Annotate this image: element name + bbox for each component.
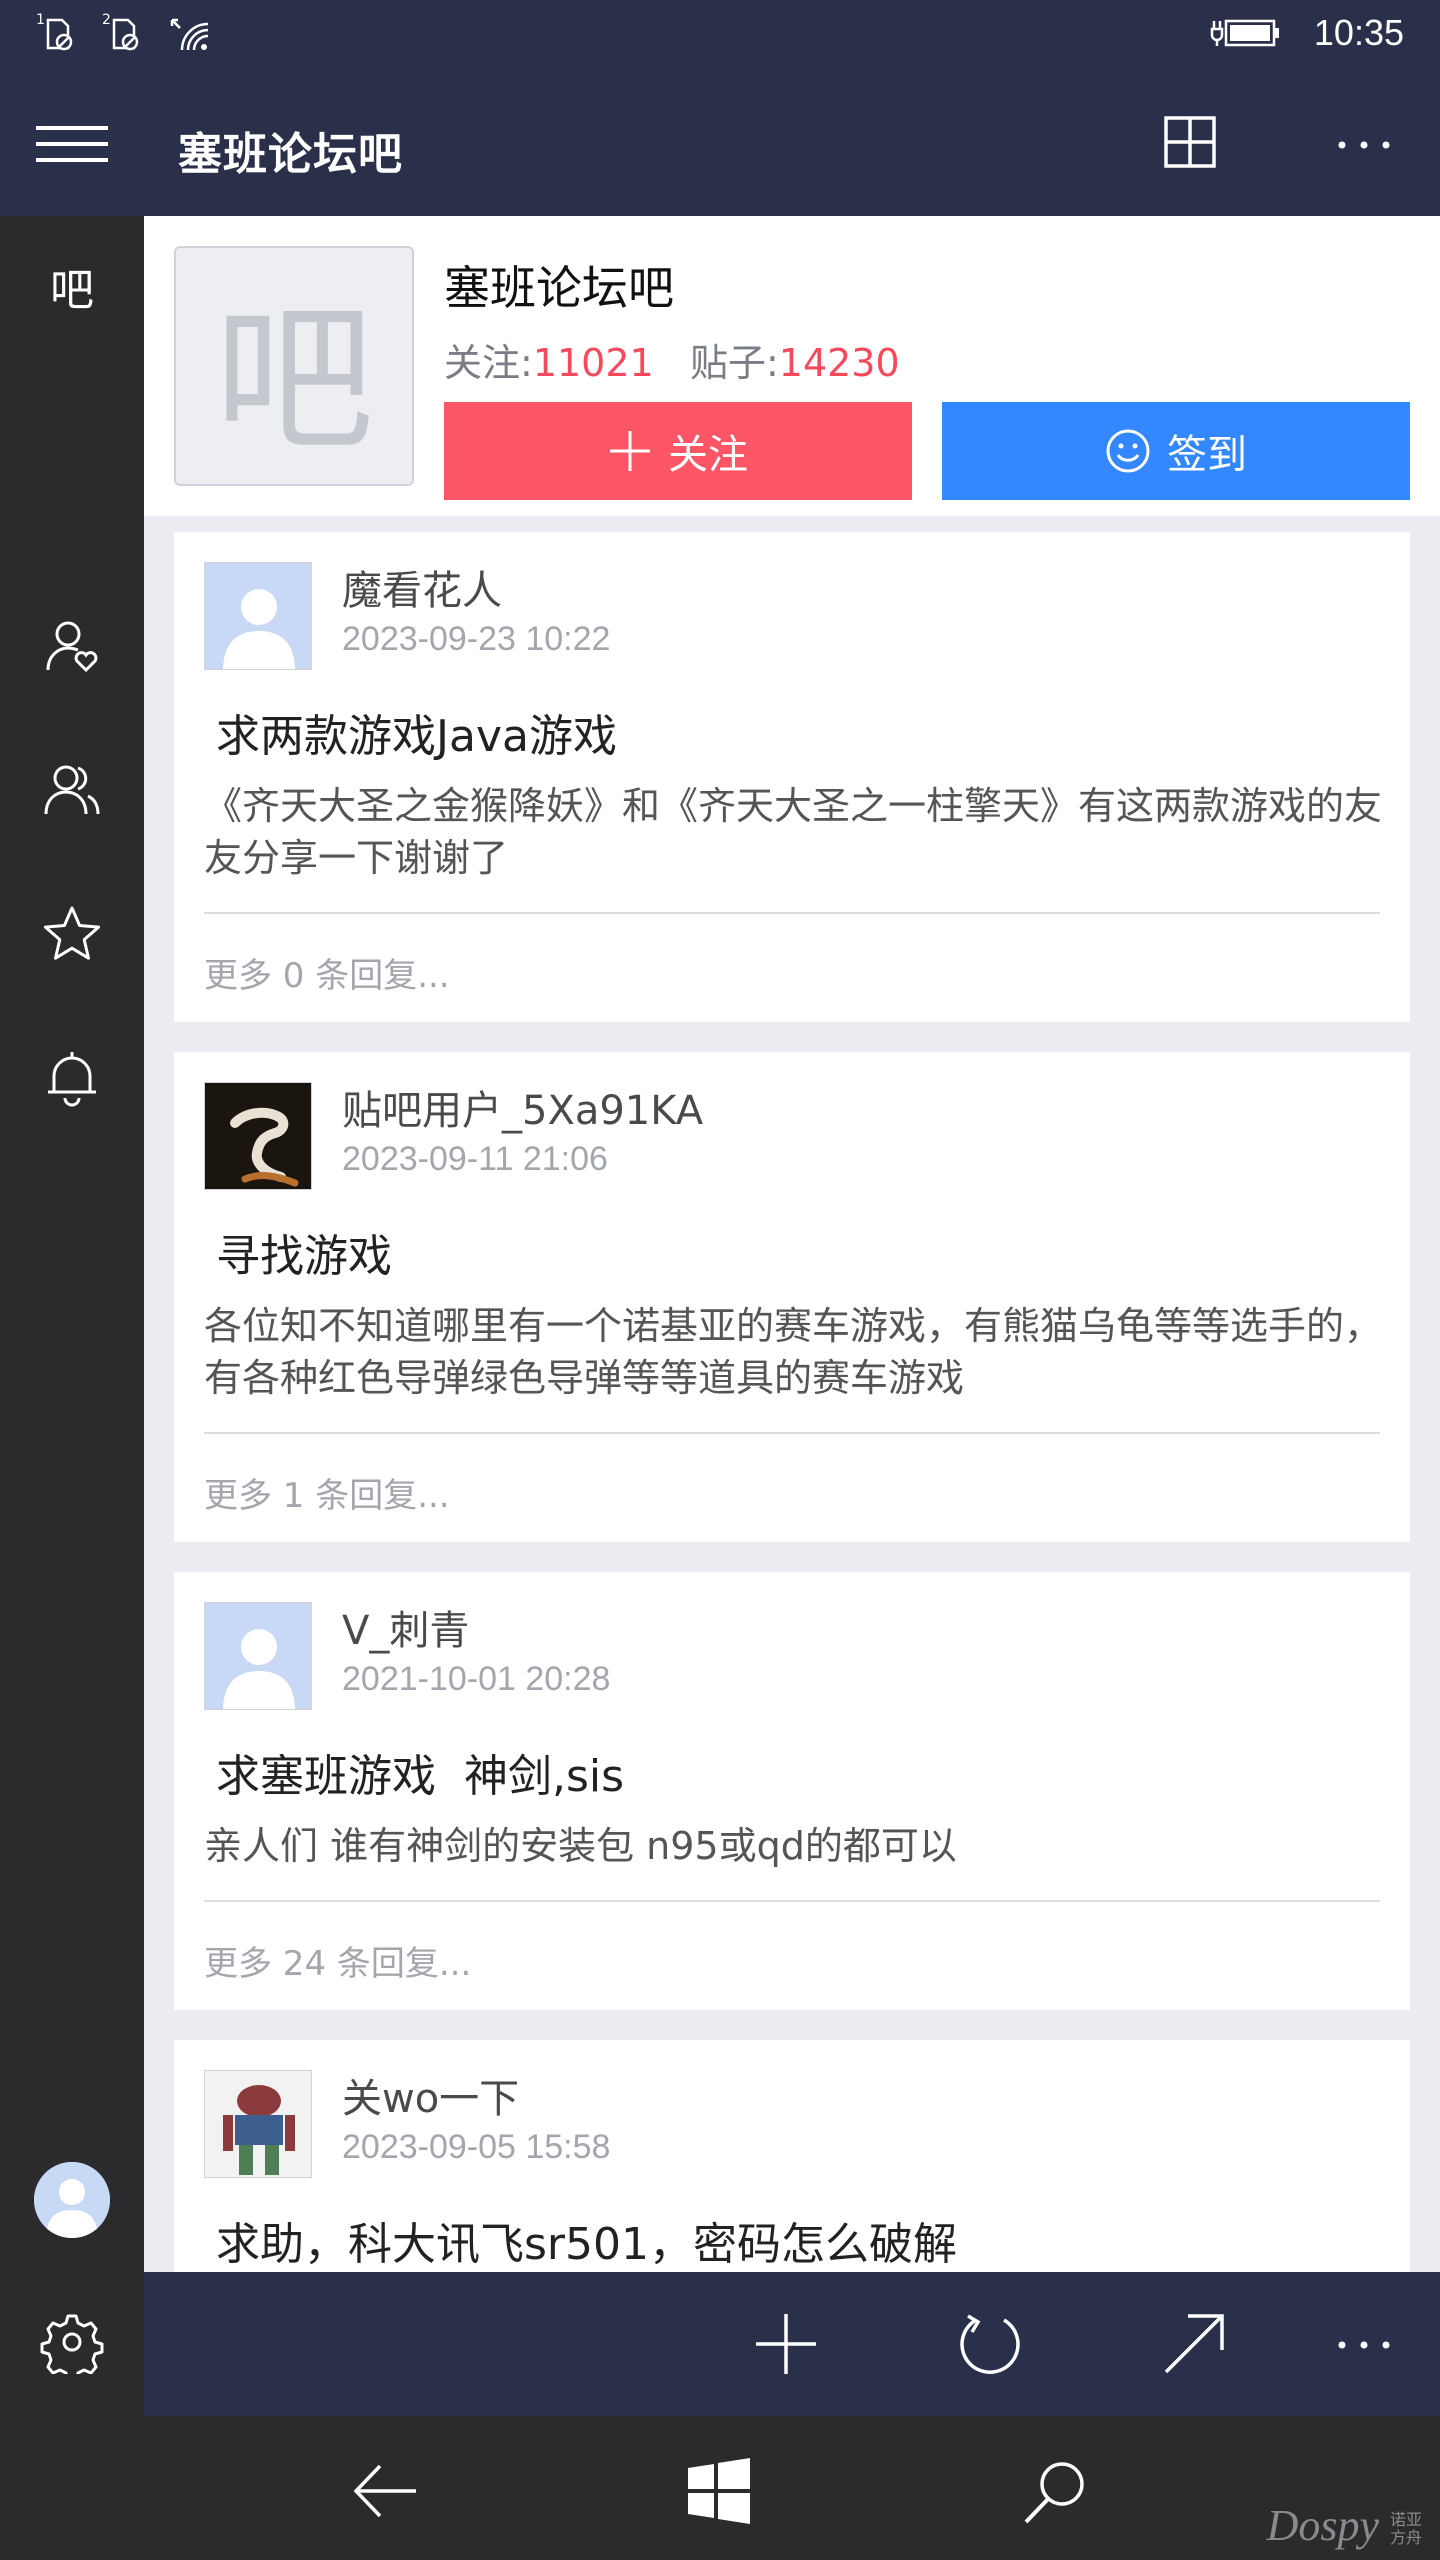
forum-char: 吧	[50, 265, 94, 316]
hamburger-menu-icon[interactable]	[36, 124, 108, 164]
more-replies-link[interactable]: 更多 1 条回复...	[204, 1468, 450, 1517]
post-card[interactable]: 魔看花人 2023-09-23 10:22 求两款游戏Java游戏 《齐天大圣之…	[174, 532, 1410, 1022]
more-replies-link[interactable]: 更多 24 条回复...	[204, 1936, 471, 1985]
post-avatar[interactable]	[204, 2070, 312, 2178]
share-arrow-icon[interactable]	[1158, 2308, 1230, 2380]
post-body: 各位知不知道哪里有一个诺基亚的赛车游戏，有熊猫乌龟等等选手的，有各种红色导弹绿色…	[204, 1304, 1383, 1400]
rail-item-forum[interactable]: 吧	[36, 250, 108, 322]
windows-start-icon[interactable]	[684, 2456, 754, 2526]
sign-in-button[interactable]: 签到	[942, 402, 1410, 500]
watermark-small: 诺亚方舟	[1390, 2511, 1423, 2547]
bottom-app-bar	[144, 2272, 1440, 2416]
post-title[interactable]: 寻找游戏	[216, 1220, 392, 1284]
follow-count: 11021	[532, 341, 654, 385]
posts-count-label: 贴子:	[689, 341, 779, 385]
forum-header-card: 吧 塞班论坛吧 关注:11021 贴子:14230 关注 签到	[144, 216, 1440, 516]
user-heart-icon	[46, 621, 98, 673]
status-bar: 1 2 10:35	[0, 0, 1440, 72]
new-post-plus-icon[interactable]	[750, 2308, 822, 2380]
post-card[interactable]: 贴吧用户_5Xa91KA 2023-09-11 21:06 寻找游戏 各位知不知…	[174, 1052, 1410, 1542]
star-icon	[43, 906, 101, 960]
default-avatar-icon	[205, 1603, 311, 1709]
post-title[interactable]: 求助，科大讯飞sr501，密码怎么破解	[216, 2208, 957, 2272]
svg-text:2: 2	[102, 12, 111, 28]
post-avatar[interactable]	[204, 562, 312, 670]
post-timestamp: 2021-10-01 20:28	[342, 1660, 611, 1698]
search-icon[interactable]	[1020, 2456, 1090, 2526]
post-body: 《齐天大圣之金猴降妖》和《齐天大圣之一柱擎天》有这两款游戏的友友分享一下谢谢了	[204, 784, 1383, 880]
sign-in-button-label: 签到	[1167, 433, 1247, 477]
divider	[204, 1432, 1380, 1434]
post-username[interactable]: 魔看花人	[342, 558, 502, 616]
users-icon	[44, 765, 100, 815]
post-title[interactable]: 求塞班游戏 神剑,sis	[216, 1740, 624, 1804]
post-card[interactable]: 关wo一下 2023-09-05 15:58 求助，科大讯飞sr501，密码怎么…	[174, 2040, 1410, 2272]
rail-item-notifications[interactable]	[36, 1042, 108, 1114]
app-bar-more-icon[interactable]	[1336, 2330, 1392, 2360]
page-title: 塞班论坛吧	[178, 129, 403, 180]
bell-icon	[48, 1052, 96, 1107]
sim2-no-signal-icon: 2	[102, 12, 139, 51]
wifi-icon	[170, 18, 209, 51]
watermark-brand: Dospy	[1266, 2501, 1379, 2550]
post-timestamp: 2023-09-23 10:22	[342, 620, 611, 658]
post-username[interactable]: 贴吧用户_5Xa91KA	[342, 1078, 703, 1136]
user-avatar[interactable]	[34, 2162, 110, 2238]
post-username[interactable]: V_刺青	[342, 1598, 469, 1656]
forum-stats: 关注:11021 贴子:14230	[444, 332, 900, 387]
post-card[interactable]: V_刺青 2021-10-01 20:28 求塞班游戏 神剑,sis 亲人们 谁…	[174, 1572, 1410, 2010]
divider	[204, 1900, 1380, 1902]
more-replies-link[interactable]: 更多 0 条回复...	[204, 948, 450, 997]
svg-text:1: 1	[36, 12, 45, 28]
forum-name: 塞班论坛吧	[444, 261, 674, 315]
rail-item-friends[interactable]	[36, 754, 108, 826]
user-photo-avatar	[205, 1083, 311, 1189]
refresh-icon[interactable]	[954, 2308, 1026, 2380]
post-timestamp: 2023-09-05 15:58	[342, 2128, 611, 2166]
follow-button[interactable]: 关注	[444, 402, 912, 500]
more-options-icon[interactable]	[1336, 130, 1392, 160]
watermark: Dospy 诺亚方舟	[1267, 2500, 1426, 2551]
smiley-icon	[1106, 429, 1150, 473]
post-title[interactable]: 求两款游戏Java游戏	[216, 700, 617, 764]
settings-gear-icon[interactable]	[40, 2310, 104, 2374]
default-avatar-icon	[34, 2162, 110, 2238]
user-photo-avatar	[205, 2071, 311, 2177]
follow-button-label: 关注	[668, 433, 748, 477]
posts-count: 14230	[778, 341, 900, 385]
plus-icon	[610, 431, 650, 471]
forum-logo: 吧	[174, 246, 414, 486]
rail-item-followed[interactable]	[36, 610, 108, 682]
follow-count-label: 关注:	[444, 341, 533, 385]
post-avatar[interactable]	[204, 1082, 312, 1190]
system-nav-bar: Dospy 诺亚方舟	[0, 2416, 1440, 2560]
default-avatar-icon	[205, 563, 311, 669]
side-rail: 吧	[0, 216, 144, 2416]
post-body: 亲人们 谁有神剑的安装包 n95或qd的都可以	[204, 1824, 957, 1868]
app-header: 塞班论坛吧	[0, 72, 1440, 216]
back-arrow-icon[interactable]	[350, 2456, 420, 2526]
clock: 10:35	[1313, 12, 1404, 53]
battery-charging-icon	[1210, 19, 1279, 47]
post-avatar[interactable]	[204, 1602, 312, 1710]
post-username[interactable]: 关wo一下	[342, 2066, 519, 2124]
grid-view-icon[interactable]	[1160, 112, 1220, 172]
rail-item-favorites[interactable]	[36, 898, 108, 970]
sim1-no-signal-icon: 1	[36, 12, 73, 51]
post-timestamp: 2023-09-11 21:06	[342, 1140, 608, 1178]
divider	[204, 912, 1380, 914]
